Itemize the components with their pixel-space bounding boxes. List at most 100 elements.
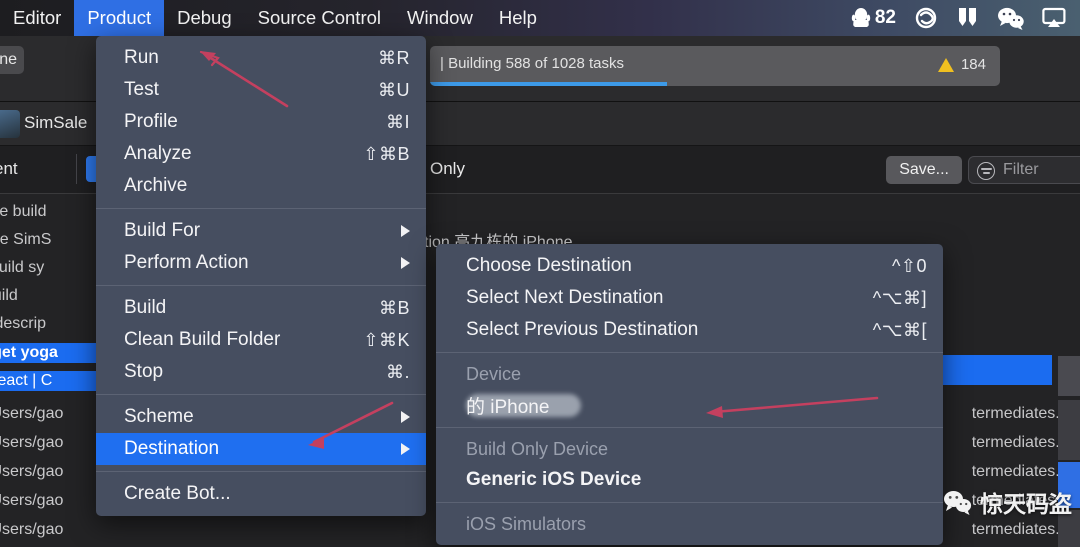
submenu-arrow-icon xyxy=(401,443,410,455)
menu-separator xyxy=(436,352,943,353)
menu-item-label: Create Bot... xyxy=(124,483,231,504)
log-line-selected[interactable]: arget yoga xyxy=(0,343,96,363)
log-path-line: /Users/gao xyxy=(0,463,64,480)
airplay-status-item[interactable] xyxy=(1042,7,1066,29)
menu-item-shortcut: ⇧⌘B xyxy=(363,143,410,164)
adobe-creative-cloud-icon xyxy=(915,7,937,29)
submenu-arrow-icon xyxy=(401,225,410,237)
menu-item-label: Choose Destination xyxy=(466,255,632,276)
product-dropdown-menu: Run ⌘R Test ⌘U Profile ⌘I Analyze ⇧⌘B Ar… xyxy=(96,36,426,516)
menu-item-choose-destination[interactable]: Choose Destination ^⇧0 xyxy=(436,250,943,282)
adobe-creative-cloud-status-item[interactable] xyxy=(913,6,939,30)
menu-item-label: Run xyxy=(124,47,159,68)
menu-item-shortcut: ⌘U xyxy=(378,79,410,100)
filter-placeholder: Filter xyxy=(1003,161,1039,178)
segment-label[interactable]: ent xyxy=(0,159,18,179)
minimap-strip[interactable] xyxy=(1058,400,1080,460)
menu-item-build[interactable]: Build ⌘B xyxy=(96,292,426,324)
warning-triangle-icon xyxy=(937,57,954,72)
microsoft-office-status-item[interactable] xyxy=(956,6,980,30)
build-status-box[interactable]: | Building 588 of 1028 tasks 184 xyxy=(430,46,1000,86)
build-status-text: | Building 588 of 1028 tasks xyxy=(440,55,625,72)
menu-item-clean-build-folder[interactable]: Clean Build Folder ⇧⌘K xyxy=(96,324,426,356)
menu-item-select-next-destination[interactable]: Select Next Destination ^⌥⌘] xyxy=(436,282,943,314)
wechat-status-item[interactable] xyxy=(997,6,1025,30)
warning-indicator[interactable]: 184 xyxy=(937,56,986,73)
menu-separator xyxy=(96,285,426,286)
only-label[interactable]: Only xyxy=(430,159,465,179)
menu-item-destination[interactable]: Destination xyxy=(96,433,426,465)
menu-item-label: Select Next Destination xyxy=(466,287,664,308)
menubar-item-help[interactable]: Help xyxy=(486,0,550,36)
project-name[interactable]: SimSale xyxy=(24,113,87,133)
section-header-ios-simulators: iOS Simulators xyxy=(466,513,587,534)
qq-badge-count: 82 xyxy=(874,7,896,28)
menu-bar: Editor Product Debug Source Control Wind… xyxy=(0,0,1080,36)
filter-input[interactable]: Filter xyxy=(968,156,1080,184)
menu-item-shortcut: ⌘B xyxy=(378,297,410,318)
log-line-selected[interactable]: t React | C xyxy=(0,371,96,391)
minimap-strip[interactable] xyxy=(1058,356,1080,396)
menu-item-create-bot[interactable]: Create Bot... xyxy=(96,478,426,510)
log-line: pace SimS xyxy=(0,231,52,248)
log-path-line: /Users/gao xyxy=(0,521,64,538)
menubar-item-editor[interactable]: Editor xyxy=(0,0,74,36)
submenu-arrow-icon xyxy=(401,257,410,269)
menu-item-label: 的 iPhone xyxy=(466,396,550,418)
wechat-icon xyxy=(998,7,1024,30)
wechat-icon xyxy=(944,491,972,515)
scheme-button[interactable]: one xyxy=(0,46,24,74)
menubar-status-items: 82 xyxy=(851,6,1080,30)
menubar-item-debug[interactable]: Debug xyxy=(164,0,245,36)
menu-item-scheme[interactable]: Scheme xyxy=(96,401,426,433)
menu-item-generic-ios-device[interactable]: Generic iOS Device xyxy=(436,464,943,496)
log-line: w build sy xyxy=(0,259,45,276)
qq-status-item[interactable]: 82 xyxy=(851,7,896,29)
menu-item-build-for[interactable]: Build For xyxy=(96,215,426,247)
menu-item-label: Analyze xyxy=(124,143,192,164)
log-path-line: /Users/gao xyxy=(0,405,64,422)
build-progress-track xyxy=(430,82,1000,86)
menu-item-run[interactable]: Run ⌘R xyxy=(96,42,426,74)
menu-item-select-previous-destination[interactable]: Select Previous Destination ^⌥⌘[ xyxy=(436,314,943,346)
menu-item-analyze[interactable]: Analyze ⇧⌘B xyxy=(96,138,426,170)
log-path-line: /Users/gao xyxy=(0,492,64,509)
menu-item-perform-action[interactable]: Perform Action xyxy=(96,247,426,279)
menu-item-label: Build For xyxy=(124,220,201,241)
filter-icon xyxy=(977,162,995,180)
submenu-arrow-icon xyxy=(401,411,410,423)
section-header-device: Device xyxy=(466,363,522,384)
menu-item-label: Archive xyxy=(124,175,188,196)
menubar-item-product[interactable]: Product xyxy=(74,0,165,36)
menu-item-label: Profile xyxy=(124,111,178,132)
menu-item-archive[interactable]: Archive xyxy=(96,170,426,202)
divider xyxy=(76,154,77,184)
menu-item-shortcut: ⌘R xyxy=(378,47,410,68)
menu-separator xyxy=(436,427,943,428)
menu-separator xyxy=(96,208,426,209)
section-header-build-only-device: Build Only Device xyxy=(466,438,609,459)
menu-item-shortcut: ⌘. xyxy=(385,361,410,382)
menu-item-stop[interactable]: Stop ⌘. xyxy=(96,356,426,388)
log-path-line: /Users/gao xyxy=(0,434,64,451)
menu-item-test[interactable]: Test ⌘U xyxy=(96,74,426,106)
menu-item-label: Destination xyxy=(124,438,220,459)
menu-separator xyxy=(96,471,426,472)
menubar-item-window[interactable]: Window xyxy=(394,0,486,36)
menu-item-shortcut: ⌘I xyxy=(385,111,410,132)
qq-icon xyxy=(851,8,871,27)
menu-item-label: Build xyxy=(124,297,167,318)
menu-item-device-iphone[interactable]: 的 iPhone xyxy=(436,389,943,421)
log-right-selected xyxy=(930,355,1052,385)
log-line: ild descrip xyxy=(0,315,47,332)
build-progress-fill xyxy=(430,82,667,86)
destination-submenu: Choose Destination ^⇧0 Select Next Desti… xyxy=(436,244,943,545)
menu-item-label: Stop xyxy=(124,361,164,382)
menubar-item-source-control[interactable]: Source Control xyxy=(245,0,394,36)
menu-item-shortcut: ^⌥⌘[ xyxy=(872,319,927,340)
menu-item-profile[interactable]: Profile ⌘I xyxy=(96,106,426,138)
save-button[interactable]: Save... xyxy=(886,156,962,184)
microsoft-office-icon xyxy=(959,8,976,26)
menu-item-shortcut: ^⇧0 xyxy=(891,255,927,276)
menu-item-label: Select Previous Destination xyxy=(466,319,699,340)
